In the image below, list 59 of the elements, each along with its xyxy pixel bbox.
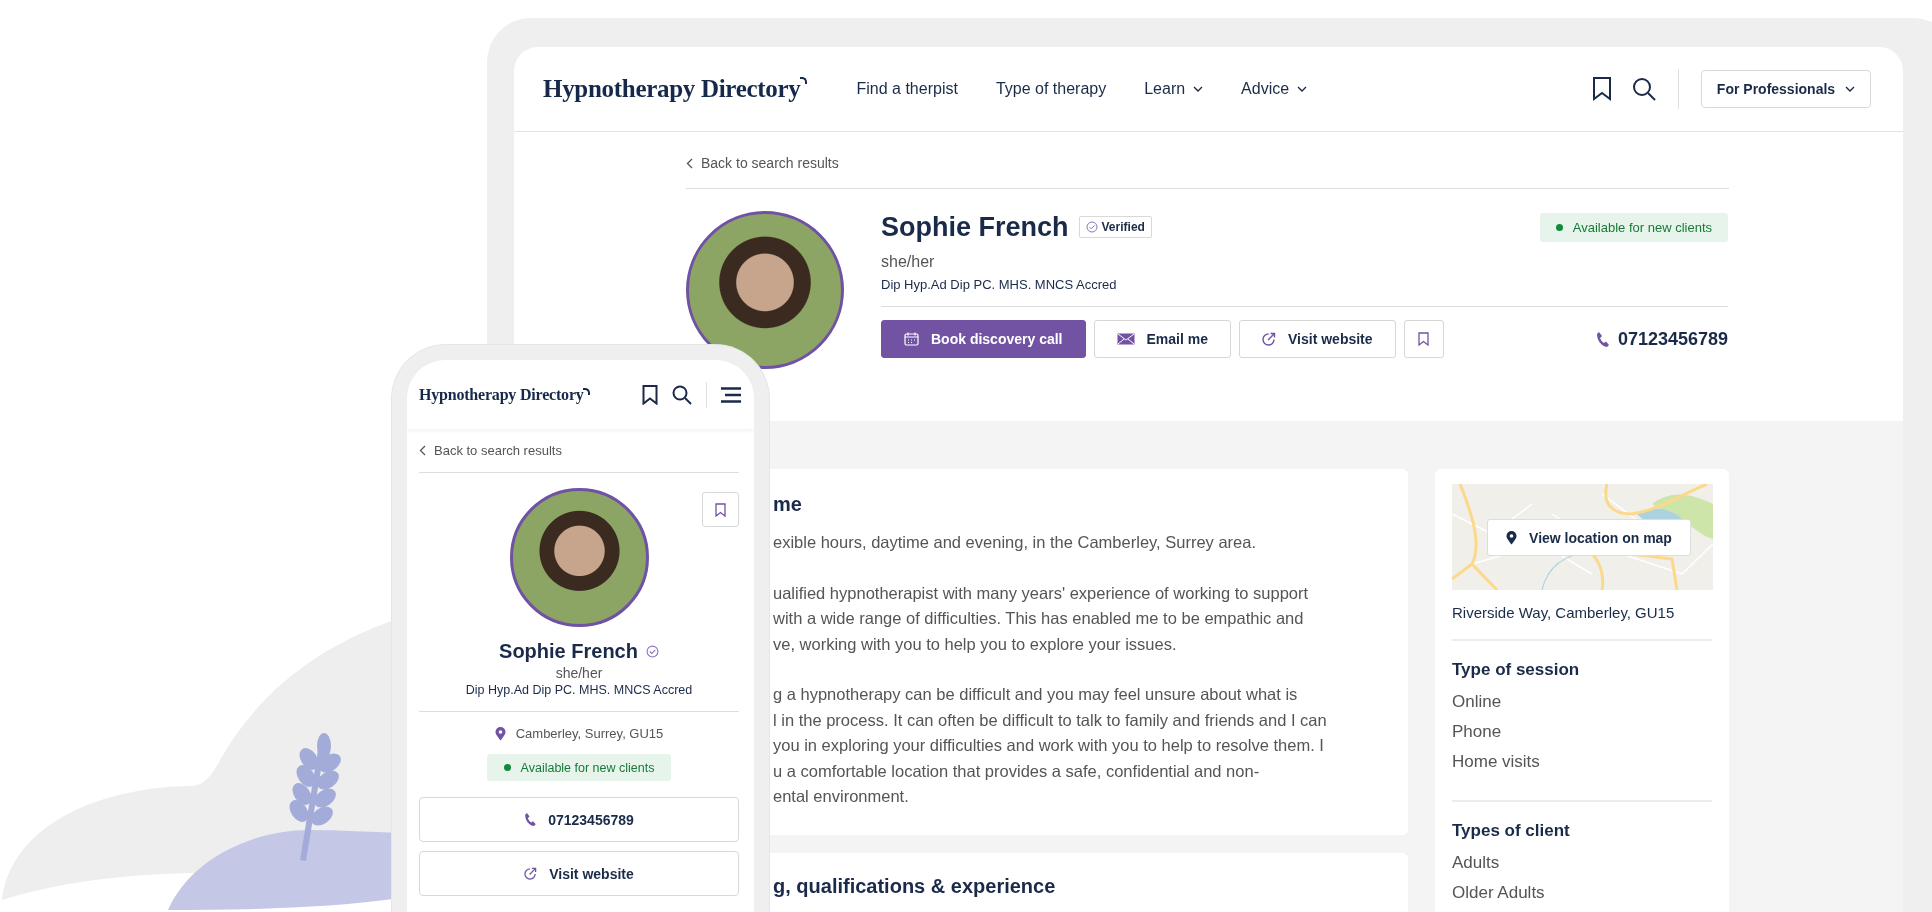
chevron-down-icon <box>1845 86 1856 92</box>
therapist-name: Sophie French <box>881 211 1069 243</box>
view-map-button[interactable]: View location on map <box>1487 519 1691 556</box>
about-paragraph: exible hours, daytime and evening, in the Camberley, Surrey area. <box>773 532 1258 553</box>
bookmark-button[interactable] <box>1403 320 1444 358</box>
calendar-icon <box>904 332 919 346</box>
bookmark-icon <box>1418 332 1430 346</box>
availability-badge: Available for new clients <box>1539 212 1728 242</box>
nav-link[interactable]: Find a therpist <box>856 80 958 98</box>
verified-badge: Verified <box>1078 216 1152 238</box>
external-link-icon <box>524 867 538 880</box>
search-icon[interactable] <box>1632 77 1656 101</box>
email-button[interactable]: Email me <box>1093 320 1231 358</box>
availability-badge: Available for new clients <box>486 754 672 781</box>
logo[interactable]: Hypnotherapy Directory <box>419 385 590 404</box>
for-professionals-button[interactable]: For Professionals <box>1701 70 1871 108</box>
bookmark-button[interactable] <box>702 492 739 527</box>
pronouns: she/her <box>881 253 936 271</box>
chevron-left-icon <box>686 157 693 169</box>
pronouns: she/her <box>554 665 604 681</box>
phone-icon <box>524 812 537 827</box>
about-paragraph: ualified hypnotherapist with many years' experience of working to support with a wide range of difficulties. This has enabled me to be empathic and ve, working with you to help you to explore your issues. <box>773 582 1310 655</box>
nav-link[interactable]: Learn <box>1144 80 1204 98</box>
list-item: Adults <box>1452 853 1501 874</box>
bookmark-icon <box>715 502 726 517</box>
external-link-icon <box>1262 332 1276 346</box>
bookmark-icon[interactable] <box>1592 77 1612 101</box>
list-item: Home visits <box>1452 752 1541 773</box>
location-text: Camberley, Surrey, GU15 <box>515 726 664 741</box>
bookmark-icon[interactable] <box>642 384 658 405</box>
address: Riverside Way, Camberley, GU15 <box>1452 604 1676 621</box>
section-title: g, qualifications & experience <box>773 875 1057 898</box>
menu-icon[interactable] <box>721 386 741 403</box>
about-paragraph: g a hypnotherapy can be difficult and you may feel unsure about what is l in the process. It can often be difficult to talk to family and friends and I can you in exploring your difficulties and work with you to help to resolve them. I u a comfortable location that provides a safe, confidential and non- ental environment. <box>773 684 1328 807</box>
location-pin-icon <box>494 726 506 741</box>
envelope-icon <box>1116 333 1135 345</box>
phone-number[interactable]: 07123456789 <box>1595 328 1728 350</box>
book-call-button[interactable]: Book discovery call <box>881 320 1086 358</box>
section-title: Type of session <box>1452 660 1581 680</box>
visit-website-button[interactable]: Visit website <box>419 851 739 896</box>
location-pin-icon <box>1506 530 1518 545</box>
back-link[interactable]: Back to search results <box>419 441 739 459</box>
search-icon[interactable] <box>672 384 692 405</box>
nav-link[interactable]: Advice <box>1241 80 1308 98</box>
list-item: Online <box>1452 692 1503 713</box>
list-item: Older Adults <box>1452 883 1546 904</box>
chevron-left-icon <box>419 444 426 456</box>
section-title: me <box>773 493 803 516</box>
phone-icon <box>1595 330 1609 348</box>
therapist-name: Sophie French <box>499 639 638 663</box>
phone-button[interactable]: 07123456789 <box>419 797 739 842</box>
visit-website-button[interactable]: Visit website <box>1239 320 1396 358</box>
list-item: Phone <box>1452 722 1503 743</box>
back-link[interactable]: Back to search results <box>686 154 1903 172</box>
logo[interactable]: Hypnotherapy Directory <box>543 75 807 103</box>
section-title: Types of client <box>1452 821 1571 841</box>
qualifications: Dip Hyp.Ad Dip PC. MHS. MNCS Accred <box>881 277 1118 292</box>
nav-link[interactable]: Type of therapy <box>995 80 1107 98</box>
qualifications: Dip Hyp.Ad Dip PC. MHS. MNCS Accred <box>464 683 694 697</box>
